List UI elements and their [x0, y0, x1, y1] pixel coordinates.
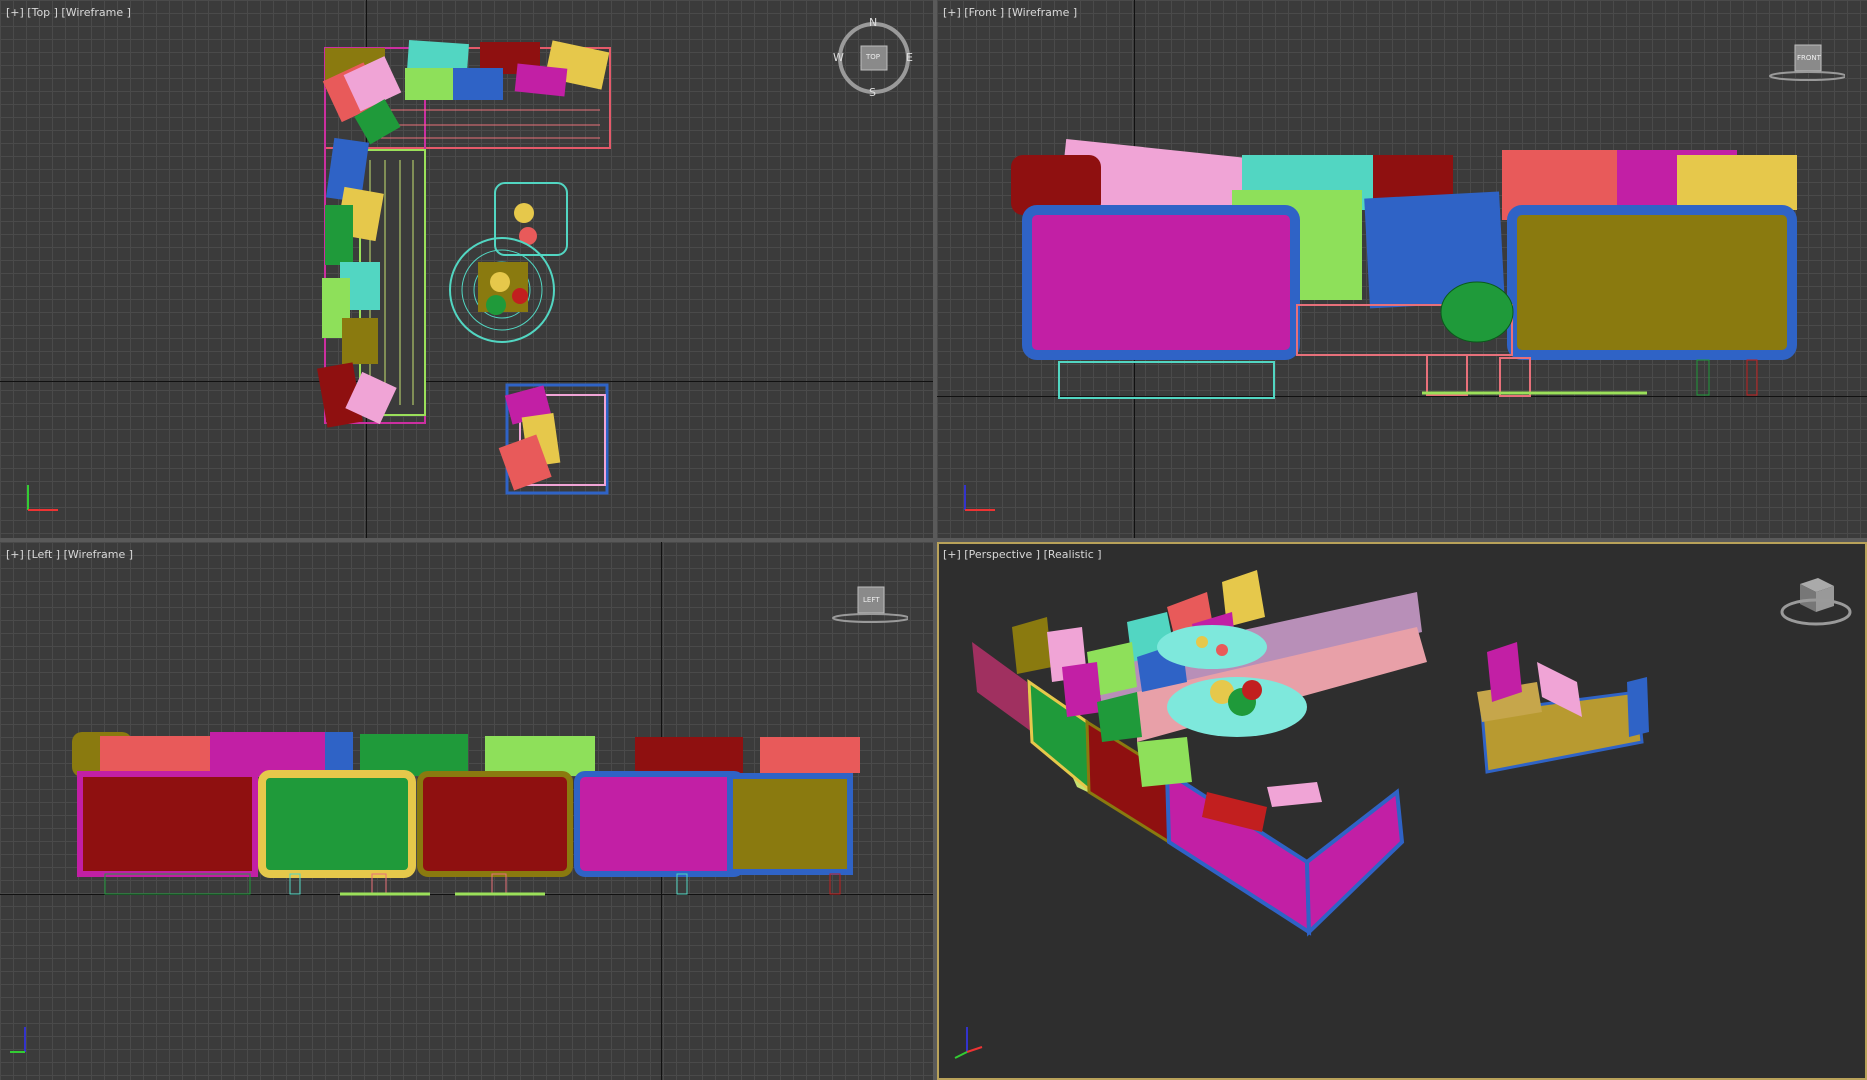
compass-n: N [869, 16, 878, 29]
compass-w: W [833, 51, 844, 64]
viewport-front[interactable]: [+] [Front ] [Wireframe ] FRONT [937, 0, 1867, 538]
viewcube-top-label: TOP [866, 53, 881, 61]
viewport-top[interactable]: [+] [Top ] [Wireframe ] N S E W TOP [0, 0, 933, 538]
axis-tripod-icon [10, 1027, 26, 1053]
viewcube-front-label: FRONT [1797, 54, 1821, 62]
compass-e: E [906, 51, 913, 64]
top-scene [317, 39, 611, 495]
compass-s: S [869, 86, 876, 99]
axis-tripod-icon [954, 1027, 983, 1059]
viewcube-left-label: LEFT [863, 596, 880, 604]
left-scene [72, 732, 860, 896]
viewport-perspective[interactable]: [+] [Perspective ] [Realistic ] [937, 542, 1867, 1080]
viewcube-icon[interactable]: LEFT [828, 582, 908, 632]
viewcube-icon[interactable]: FRONT [1765, 40, 1845, 90]
perspective-scene [972, 570, 1649, 937]
compass-icon[interactable]: N S E W TOP [833, 16, 915, 100]
axis-tripod-icon [27, 485, 58, 511]
viewcube-icon[interactable] [1772, 572, 1852, 642]
front-scene [1011, 139, 1797, 399]
viewport-left[interactable]: [+] [Left ] [Wireframe ] LEFT [0, 542, 933, 1080]
axis-tripod-icon [964, 485, 995, 511]
